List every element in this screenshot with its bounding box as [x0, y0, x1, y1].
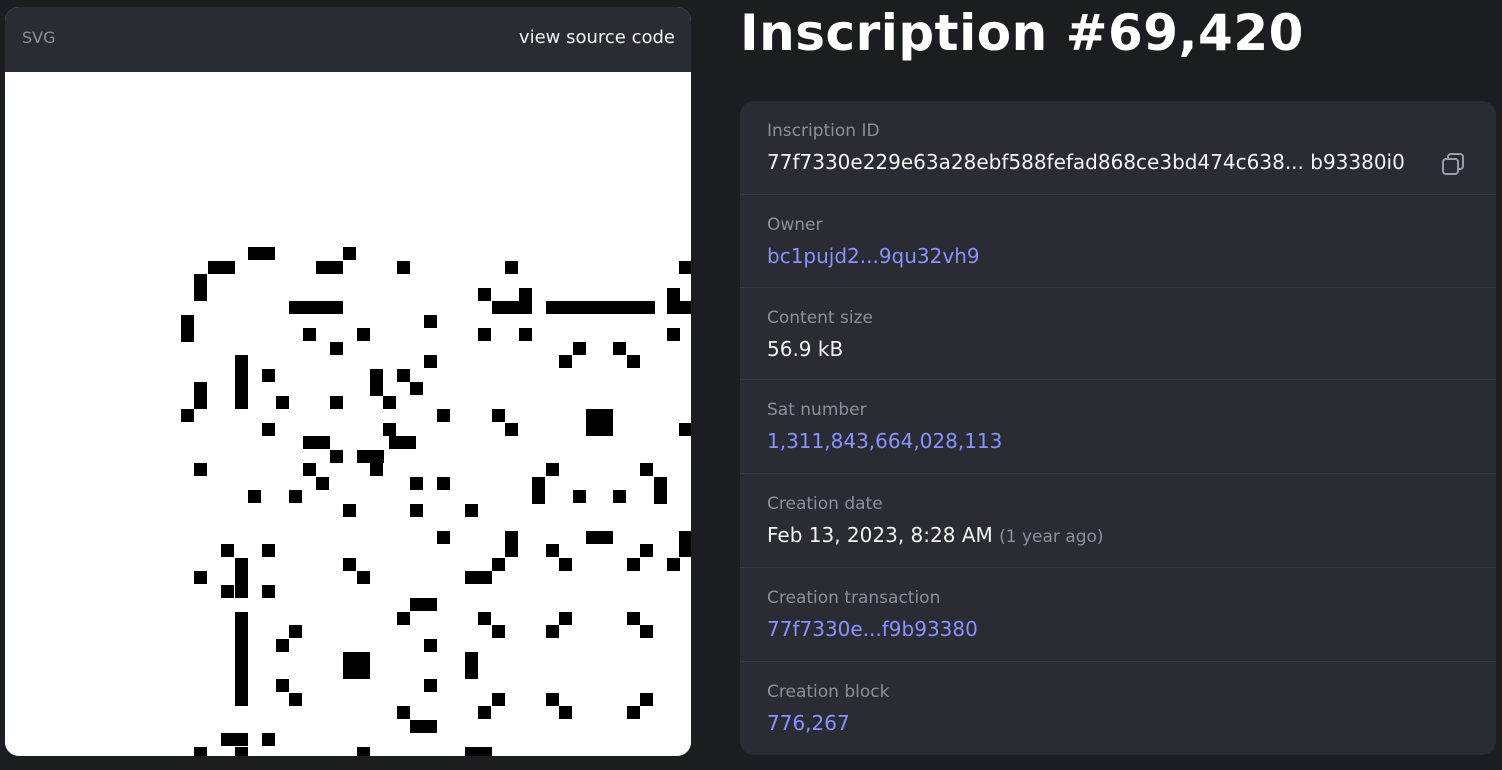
creation-block-link[interactable]: 776,267: [767, 711, 850, 735]
inscription-artwork: [5, 72, 691, 756]
creation-transaction-link[interactable]: 77f7330e...f9b93380: [767, 617, 978, 641]
creation-transaction-row: Creation transaction 77f7330e...f9b93380: [740, 568, 1496, 662]
creation-date-label: Creation date: [767, 494, 883, 514]
view-source-code-link[interactable]: view source code: [519, 27, 675, 48]
copy-icon[interactable]: [1440, 151, 1466, 177]
content-size-row: Content size 56.9 kB: [740, 288, 1496, 380]
inscription-preview: SVG view source code: [5, 7, 691, 756]
inscription-id-value: 77f7330e229e63a28ebf588fefad868ce3bd474c…: [767, 150, 1405, 174]
creation-block-label: Creation block: [767, 682, 890, 702]
content-size-value: 56.9 kB: [767, 337, 844, 361]
owner-label: Owner: [767, 215, 823, 235]
content-type-label: SVG: [22, 28, 56, 47]
sat-number-label: Sat number: [767, 400, 867, 420]
inscription-id-label: Inscription ID: [767, 121, 880, 141]
owner-row: Owner bc1pujd2...9qu32vh9: [740, 195, 1496, 288]
content-size-label: Content size: [767, 308, 873, 328]
creation-date-relative: (1 year ago): [999, 527, 1104, 547]
pixel-art: [181, 247, 691, 756]
creation-date-text: Feb 13, 2023, 8:28 AM: [767, 523, 993, 547]
creation-block-row: Creation block 776,267: [740, 662, 1496, 755]
preview-header: SVG view source code: [5, 7, 691, 72]
owner-link[interactable]: bc1pujd2...9qu32vh9: [767, 244, 980, 268]
page: SVG view source code Inscription #69,420…: [0, 0, 1502, 770]
inscription-id-row: Inscription ID 77f7330e229e63a28ebf588fe…: [740, 101, 1496, 195]
sat-number-row: Sat number 1,311,843,664,028,113: [740, 380, 1496, 474]
sat-number-link[interactable]: 1,311,843,664,028,113: [767, 429, 1002, 453]
inscription-details-card: Inscription ID 77f7330e229e63a28ebf588fe…: [740, 101, 1496, 755]
creation-date-value: Feb 13, 2023, 8:28 AM (1 year ago): [767, 523, 1104, 547]
page-title: Inscription #69,420: [740, 4, 1304, 62]
creation-date-row: Creation date Feb 13, 2023, 8:28 AM (1 y…: [740, 474, 1496, 568]
creation-transaction-label: Creation transaction: [767, 588, 941, 608]
